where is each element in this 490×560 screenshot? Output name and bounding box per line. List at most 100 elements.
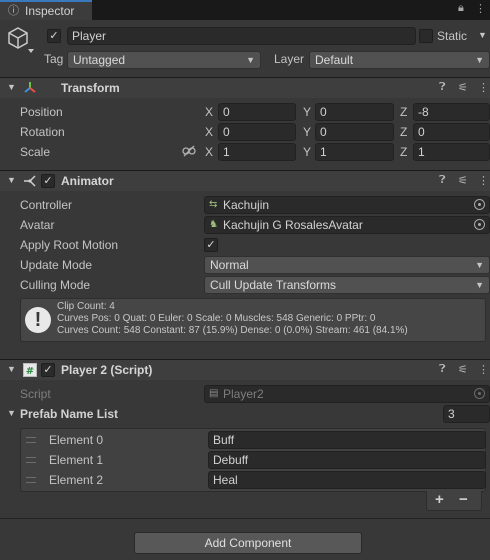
axis-x-label[interactable]: X: [205, 145, 213, 159]
element-1-label: Element 1: [49, 453, 104, 467]
static-checkbox[interactable]: [419, 29, 433, 43]
axis-y-label[interactable]: Y: [303, 145, 311, 159]
layer-dropdown[interactable]: Default ▼: [309, 51, 490, 69]
animator-icon: [22, 173, 38, 192]
axis-y-label[interactable]: Y: [303, 125, 311, 139]
chevron-down-icon: ▼: [246, 55, 255, 65]
culling-mode-label: Culling Mode: [20, 278, 91, 292]
rotation-label: Rotation: [20, 125, 65, 139]
info-icon: ⓘ: [8, 5, 19, 17]
controller-field[interactable]: ⇆ Kachujin: [204, 196, 490, 214]
transform-icon: [22, 80, 38, 99]
foldout-arrow-icon[interactable]: ▼: [7, 175, 16, 185]
add-component-button[interactable]: Add Component: [134, 532, 362, 554]
chevron-down-icon: ▼: [475, 260, 484, 270]
object-picker-icon[interactable]: [474, 199, 485, 210]
list-foldout-arrow-icon[interactable]: ▼: [7, 408, 16, 418]
axis-y-label[interactable]: Y: [303, 105, 311, 119]
static-label: Static: [437, 29, 468, 43]
culling-mode-value: Cull Update Transforms: [210, 278, 337, 292]
info-line-curves-count: Curves Count: 548 Constant: 87 (15.9%) D…: [57, 325, 408, 336]
element-1-field[interactable]: Debuff: [208, 451, 486, 469]
position-z-field[interactable]: -8: [413, 103, 490, 121]
script-label: Script: [20, 387, 51, 401]
more-menu-icon[interactable]: ⋮: [475, 2, 486, 15]
rotation-z-field[interactable]: 0: [413, 123, 490, 141]
prefab-name-list: Element 0 Buff Element 1 Debuff Element …: [20, 428, 486, 492]
info-line-clip-count: Clip Count: 4: [57, 301, 115, 312]
axis-x-label[interactable]: X: [205, 125, 213, 139]
position-y-field[interactable]: 0: [315, 103, 394, 121]
culling-mode-dropdown[interactable]: Cull Update Transforms ▼: [204, 276, 490, 294]
component-menu-icon[interactable]: ⋮: [478, 363, 489, 376]
tag-label: Tag: [44, 52, 64, 66]
axis-z-label[interactable]: Z: [400, 125, 407, 139]
active-checkbox[interactable]: ✓: [47, 29, 61, 43]
foldout-arrow-icon[interactable]: ▼: [7, 82, 16, 92]
position-x-field[interactable]: 0: [218, 103, 296, 121]
prefab-name-list-label[interactable]: Prefab Name List: [20, 407, 118, 421]
add-element-icon[interactable]: +: [435, 491, 444, 508]
constrain-proportions-link-icon[interactable]: [182, 145, 196, 160]
script-value: Player2: [223, 387, 264, 401]
scale-z-field[interactable]: 1: [413, 143, 490, 161]
update-mode-value: Normal: [210, 258, 249, 272]
drag-handle-icon[interactable]: [26, 437, 36, 443]
apply-root-motion-label: Apply Root Motion: [20, 238, 119, 252]
drag-handle-icon[interactable]: [26, 477, 36, 483]
element-2-field[interactable]: Heal: [208, 471, 486, 489]
component-menu-icon[interactable]: ⋮: [478, 81, 489, 94]
section-divider: [0, 518, 490, 519]
animator-enabled-checkbox[interactable]: ✓: [41, 174, 55, 188]
foldout-arrow-icon[interactable]: ▼: [7, 364, 16, 374]
script-file-icon: ▤: [209, 388, 219, 399]
element-0-field[interactable]: Buff: [208, 431, 486, 449]
chevron-down-icon: ▼: [475, 280, 484, 290]
animator-title: Animator: [61, 174, 114, 188]
chevron-down-icon: ▼: [475, 55, 484, 65]
drag-handle-icon[interactable]: [26, 457, 36, 463]
avatar-field[interactable]: ♞ Kachujin G RosalesAvatar: [204, 216, 490, 234]
list-footer: + −: [426, 491, 482, 511]
avatar-value: Kachujin G RosalesAvatar: [223, 218, 363, 232]
preset-icon[interactable]: ⚟: [458, 174, 468, 187]
position-label: Position: [20, 105, 63, 119]
scale-y-field[interactable]: 1: [315, 143, 394, 161]
element-2-label: Element 2: [49, 473, 104, 487]
static-dropdown-arrow-icon[interactable]: ▼: [478, 30, 487, 40]
help-icon[interactable]: ❓︎: [439, 174, 446, 187]
tab-inspector[interactable]: ⓘ Inspector: [0, 0, 92, 20]
controller-label: Controller: [20, 198, 73, 212]
csharp-script-icon: #: [22, 362, 38, 381]
update-mode-label: Update Mode: [20, 258, 93, 272]
axis-z-label[interactable]: Z: [400, 145, 407, 159]
script-enabled-checkbox[interactable]: ✓: [41, 363, 55, 377]
animator-controller-icon: ⇆: [209, 199, 218, 210]
axis-z-label[interactable]: Z: [400, 105, 407, 119]
transform-title: Transform: [61, 81, 120, 95]
update-mode-dropdown[interactable]: Normal ▼: [204, 256, 490, 274]
help-icon[interactable]: ❓︎: [439, 363, 446, 376]
transform-header[interactable]: ▼ Transform ❓︎ ⚟ ⋮: [0, 77, 490, 98]
lock-icon[interactable]: 🔒︎: [458, 2, 464, 15]
tab-bar: ⓘ Inspector 🔒︎ ⋮: [0, 0, 490, 20]
rotation-x-field[interactable]: 0: [218, 123, 296, 141]
object-name-field[interactable]: Player: [67, 27, 416, 45]
scale-x-field[interactable]: 1: [218, 143, 296, 161]
axis-x-label[interactable]: X: [205, 105, 213, 119]
list-size-field[interactable]: 3: [443, 405, 490, 423]
rotation-y-field[interactable]: 0: [315, 123, 394, 141]
object-picker-icon[interactable]: [474, 219, 485, 230]
gameobject-cube-icon[interactable]: [6, 26, 34, 54]
apply-root-motion-checkbox[interactable]: ✓: [204, 238, 218, 252]
tag-dropdown[interactable]: Untagged ▼: [67, 51, 261, 69]
remove-element-icon[interactable]: −: [459, 491, 468, 508]
preset-icon[interactable]: ⚟: [458, 363, 468, 376]
script-field: ▤ Player2: [204, 385, 490, 403]
help-icon[interactable]: ❓︎: [439, 81, 446, 94]
component-menu-icon[interactable]: ⋮: [478, 174, 489, 187]
script-header[interactable]: ▼ # ✓ Player 2 (Script) ❓︎ ⚟ ⋮: [0, 359, 490, 380]
animator-header[interactable]: ▼ ✓ Animator ❓︎ ⚟ ⋮: [0, 170, 490, 191]
preset-icon[interactable]: ⚟: [458, 81, 468, 94]
tab-label: Inspector: [25, 4, 75, 18]
